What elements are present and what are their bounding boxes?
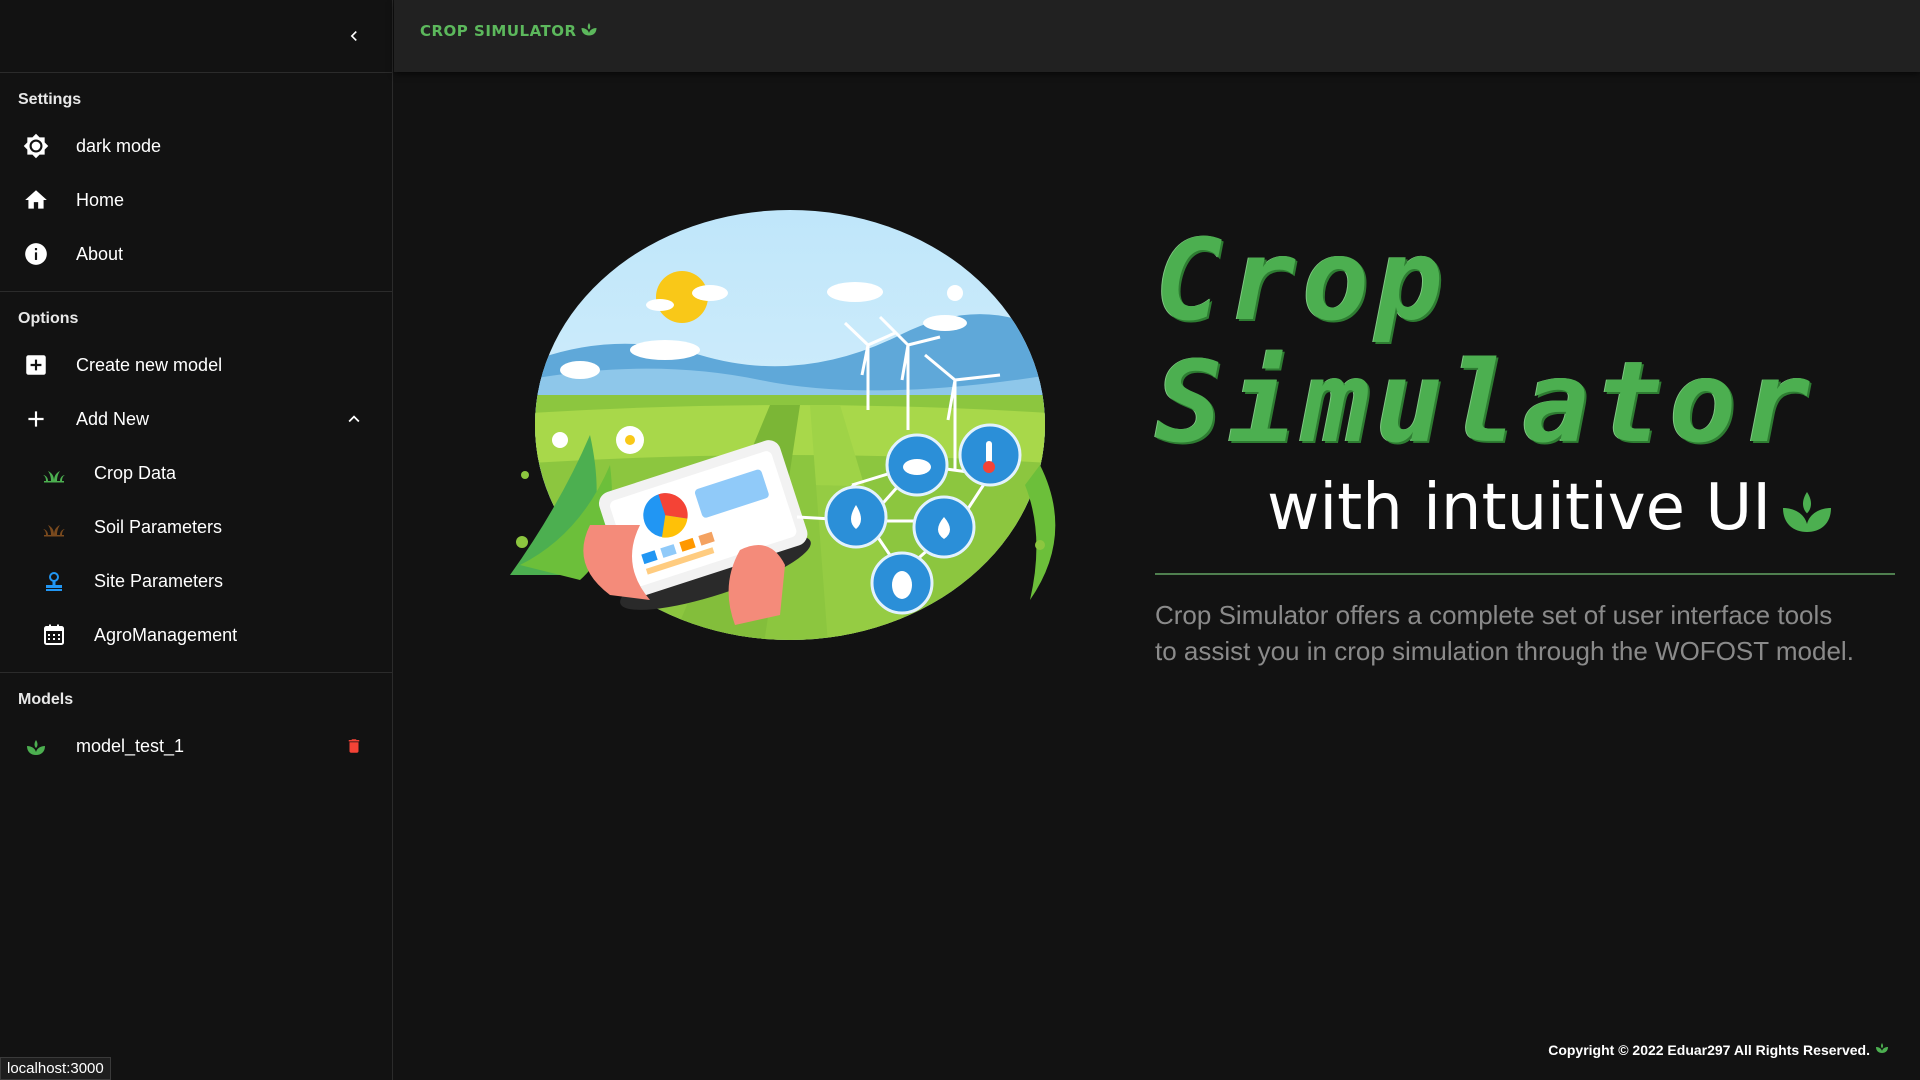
sprout-icon bbox=[1783, 492, 1832, 532]
brightness-icon bbox=[20, 130, 52, 162]
info-icon bbox=[20, 238, 52, 270]
sidebar-item-agromanagement[interactable]: AgroManagement bbox=[0, 608, 392, 662]
delete-model-button[interactable] bbox=[338, 730, 370, 762]
sidebar-item-label: Soil Parameters bbox=[94, 516, 223, 537]
chevron-up-icon[interactable] bbox=[338, 403, 370, 435]
brand-logo[interactable]: CROP SIMULATOR bbox=[420, 22, 599, 40]
chevron-left-icon bbox=[350, 31, 357, 41]
sidebar-item-label: Add New bbox=[76, 408, 150, 429]
hero-title-line-1: Crop bbox=[1155, 216, 1449, 346]
sidebar-item-create-new-model[interactable]: Create new model bbox=[0, 338, 392, 392]
sidebar-item-label: dark mode bbox=[76, 135, 162, 156]
sidebar-item-about[interactable]: About bbox=[0, 227, 392, 281]
sidebar-item-label: AgroManagement bbox=[94, 624, 238, 645]
calendar-icon bbox=[38, 619, 70, 651]
hero-description-line-2: to assist you in crop simulation through… bbox=[1155, 636, 1854, 666]
hero-divider bbox=[1155, 573, 1895, 575]
sidebar-item-label: About bbox=[76, 243, 124, 264]
site-icon bbox=[38, 565, 70, 597]
soil-icon bbox=[38, 511, 70, 543]
hero-illustration bbox=[510, 210, 1056, 640]
hero-title-line-2: Simulator bbox=[1155, 338, 1816, 468]
copyright-footer: Copyright © 2022 Eduar297 All Rights Res… bbox=[1548, 1042, 1890, 1058]
hero-description: Crop Simulator offers a complete set of … bbox=[1155, 597, 1895, 669]
sprout-icon bbox=[581, 23, 597, 36]
sprout-icon bbox=[20, 730, 52, 762]
sidebar-item-add-new[interactable]: Add New bbox=[0, 392, 392, 446]
sidebar-item-label: Crop Data bbox=[94, 462, 177, 483]
trash-icon bbox=[348, 739, 360, 753]
sidebar-item-label: Home bbox=[76, 189, 125, 210]
app-root: Settings dark mode Home About Options Cr… bbox=[0, 0, 1920, 1080]
hero-section: Crop Simulator with intuitive UI Crop Si… bbox=[1155, 225, 1895, 669]
models-section: Models model_test_1 bbox=[0, 673, 392, 783]
brand-name: CROP SIMULATOR bbox=[420, 22, 577, 40]
sidebar-item-dark-mode[interactable]: dark mode bbox=[0, 119, 392, 173]
hero-subtitle-row: with intuitive UI bbox=[1267, 471, 1895, 545]
plus-icon bbox=[20, 403, 52, 435]
sidebar-item-site-parameters[interactable]: Site Parameters bbox=[0, 554, 392, 608]
sidebar-item-soil-parameters[interactable]: Soil Parameters bbox=[0, 500, 392, 554]
sidebar-item-crop-data[interactable]: Crop Data bbox=[0, 446, 392, 500]
app-bar: CROP SIMULATOR bbox=[394, 0, 1920, 72]
status-bar-url: localhost:3000 bbox=[0, 1057, 111, 1080]
hero-description-line-1: Crop Simulator offers a complete set of … bbox=[1155, 600, 1833, 630]
crop-icon bbox=[38, 457, 70, 489]
add-box-icon bbox=[20, 349, 52, 381]
sidebar-item-home[interactable]: Home bbox=[0, 173, 392, 227]
sidebar: Settings dark mode Home About Options Cr… bbox=[0, 0, 393, 1080]
options-section: Options Create new model Add New Crop Da… bbox=[0, 292, 392, 673]
sidebar-item-model[interactable]: model_test_1 bbox=[0, 719, 392, 773]
sidebar-item-label: Create new model bbox=[76, 354, 223, 375]
sprout-icon bbox=[1876, 1043, 1888, 1053]
hero-subtitle: with intuitive UI bbox=[1267, 471, 1772, 545]
copyright-text: Copyright © 2022 Eduar297 All Rights Res… bbox=[1548, 1042, 1870, 1058]
section-title-models: Models bbox=[18, 691, 74, 708]
sidebar-item-label: model_test_1 bbox=[76, 735, 185, 756]
sidebar-item-label: Site Parameters bbox=[94, 570, 224, 591]
sidebar-header bbox=[0, 0, 392, 73]
home-icon bbox=[20, 184, 52, 216]
collapse-sidebar-button[interactable] bbox=[338, 20, 370, 52]
settings-section: Settings dark mode Home About bbox=[0, 73, 392, 292]
section-title-options: Options bbox=[18, 310, 79, 327]
section-title-settings: Settings bbox=[18, 91, 82, 108]
